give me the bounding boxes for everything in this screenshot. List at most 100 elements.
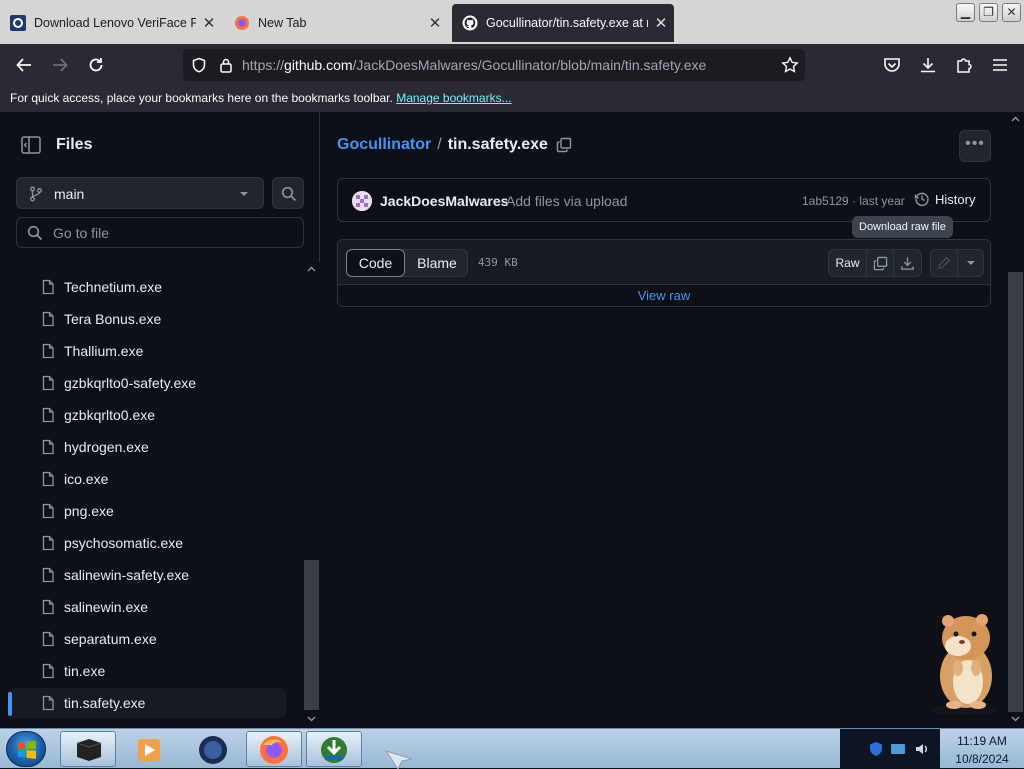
tree-item-file[interactable]: Technetium.exe	[8, 272, 286, 302]
clock-date[interactable]: 10/8/2024	[940, 752, 1024, 766]
tree-item-file[interactable]: png.exe	[8, 496, 286, 526]
back-button[interactable]	[11, 52, 37, 78]
tree-item-file[interactable]: Thallium.exe	[8, 336, 286, 366]
downloads-button[interactable]	[915, 52, 941, 78]
tab-title: Download Lenovo VeriFace Pro	[34, 16, 196, 30]
scroll-up-icon[interactable]	[1011, 116, 1020, 122]
history-icon	[914, 192, 929, 207]
forward-button[interactable]	[47, 52, 73, 78]
tab-blame[interactable]: Blame	[405, 250, 469, 276]
tracking-protection-shield-icon[interactable]	[191, 57, 207, 73]
file-icon	[42, 567, 54, 583]
sidebar-collapse-icon[interactable]	[18, 134, 44, 156]
close-tab-icon[interactable]: ✕	[648, 14, 674, 32]
page-scroll-thumb[interactable]	[1008, 272, 1023, 712]
bookmark-star-icon[interactable]	[781, 56, 799, 74]
security-shield-icon[interactable]	[868, 741, 884, 757]
active-file-indicator	[8, 692, 12, 716]
bookmarks-toolbar: For quick access, place your bookmarks h…	[0, 86, 1024, 112]
scroll-down-icon[interactable]	[307, 716, 316, 722]
view-raw-link[interactable]: View raw	[338, 288, 990, 303]
restore-window-button[interactable]: ❐	[979, 3, 998, 22]
manage-bookmarks-link[interactable]: Manage bookmarks...	[396, 91, 511, 105]
bookmarks-hint-text: For quick access, place your bookmarks h…	[10, 91, 393, 105]
taskbar-app-download-manager[interactable]	[306, 731, 362, 767]
kebab-horizontal-icon: •••	[965, 135, 985, 152]
taskbar-app-firefox[interactable]	[246, 731, 302, 767]
tree-item-file[interactable]: gzbkqrlto0-safety.exe	[8, 368, 286, 398]
network-icon[interactable]	[890, 742, 906, 756]
branch-name: main	[54, 186, 85, 202]
search-files-button[interactable]	[272, 177, 304, 209]
tab-code[interactable]: Code	[346, 249, 405, 277]
scroll-down-icon[interactable]	[1011, 716, 1020, 722]
start-button[interactable]	[6, 731, 46, 767]
github-page: Files main Technetium.exeTera Bonus.exeT…	[0, 112, 1024, 728]
github-icon	[462, 15, 478, 31]
address-bar[interactable]: https://github.com/JackDoesMalwares/Gocu…	[183, 49, 805, 81]
file-tree-scroll-thumb[interactable]	[304, 560, 319, 710]
file-icon	[42, 343, 54, 359]
tree-item-label: separatum.exe	[64, 631, 157, 647]
go-to-file-input[interactable]	[16, 217, 304, 248]
copy-path-icon[interactable]	[556, 137, 572, 153]
close-tab-icon[interactable]: ✕	[422, 14, 448, 32]
breadcrumb-repo-link[interactable]: Gocullinator	[337, 136, 431, 154]
tree-item-file[interactable]: separatum.exe	[8, 624, 286, 654]
tree-item-active-file[interactable]: tin.safety.exe	[8, 688, 286, 718]
pocket-button[interactable]	[879, 52, 905, 78]
history-label: History	[935, 191, 976, 207]
minimize-window-button[interactable]: ▁	[956, 3, 975, 22]
clock-time[interactable]: 11:19 AM	[940, 734, 1024, 748]
avatar[interactable]	[352, 191, 372, 211]
commit-sha-and-time[interactable]: 1ab5129 · last year	[802, 194, 905, 208]
tree-item-file[interactable]: psychosomatic.exe	[8, 528, 286, 558]
volume-icon[interactable]	[914, 741, 930, 757]
tree-item-file[interactable]: tin.exe	[8, 656, 286, 686]
tree-item-file[interactable]: ico.exe	[8, 464, 286, 494]
firefox-icon	[260, 736, 288, 764]
pocket-icon	[884, 58, 900, 72]
file-viewer: Code Blame 439 KB Raw View raw	[337, 239, 991, 307]
tab-new-tab[interactable]: New Tab ✕	[224, 4, 448, 42]
url-text[interactable]: https://github.com/JackDoesMalwares/Gocu…	[242, 57, 706, 73]
raw-button[interactable]: Raw	[828, 249, 867, 277]
file-icon	[42, 311, 54, 327]
tree-item-file[interactable]: salinewin.exe	[8, 592, 286, 622]
file-icon	[42, 503, 54, 519]
tree-item-file[interactable]: salinewin-safety.exe	[8, 560, 286, 590]
tree-item-label: salinewin-safety.exe	[64, 567, 190, 583]
lock-icon[interactable]	[219, 57, 233, 73]
taskbar-app-terminal[interactable]	[60, 731, 116, 767]
commit-message[interactable]: Add files via upload	[506, 193, 627, 209]
windows-taskbar: 11:19 AM 10/8/2024	[0, 728, 1024, 769]
copy-icon	[873, 256, 887, 270]
tree-item-label: tin.exe	[64, 663, 106, 679]
reload-button[interactable]	[83, 52, 109, 78]
more-options-button[interactable]: •••	[959, 130, 991, 162]
branch-selector[interactable]: main	[16, 177, 264, 209]
edit-file-button[interactable]	[930, 249, 958, 277]
commit-author[interactable]: JackDoesMalwares	[380, 193, 508, 209]
history-button[interactable]: History	[914, 191, 975, 207]
tab-lenovo-veriface[interactable]: Download Lenovo VeriFace Pro ✕	[0, 4, 222, 42]
tree-item-label: gzbkqrlto0-safety.exe	[64, 375, 197, 391]
pencil-icon	[938, 256, 951, 269]
tab-github-active[interactable]: Gocullinator/tin.safety.exe at m ✕	[452, 4, 674, 42]
cursor-arrow-icon	[384, 750, 413, 769]
close-window-button[interactable]: ✕	[1002, 3, 1021, 22]
taskbar-app-media-player[interactable]	[122, 731, 178, 767]
edit-options-dropdown[interactable]	[958, 249, 984, 277]
tree-item-label: Technetium.exe	[64, 279, 163, 295]
copy-raw-button[interactable]	[867, 249, 894, 277]
extensions-button[interactable]	[951, 52, 977, 78]
tree-item-file[interactable]: Tera Bonus.exe	[8, 304, 286, 334]
tree-item-label: ico.exe	[64, 471, 109, 487]
app-menu-button[interactable]	[987, 52, 1013, 78]
tree-item-file[interactable]: hydrogen.exe	[8, 432, 286, 462]
close-tab-icon[interactable]: ✕	[196, 14, 222, 32]
tree-item-file[interactable]: gzbkqrlto0.exe	[8, 400, 286, 430]
scroll-up-icon[interactable]	[307, 266, 316, 272]
download-raw-button[interactable]	[894, 249, 922, 277]
taskbar-app-globe[interactable]	[185, 731, 241, 767]
